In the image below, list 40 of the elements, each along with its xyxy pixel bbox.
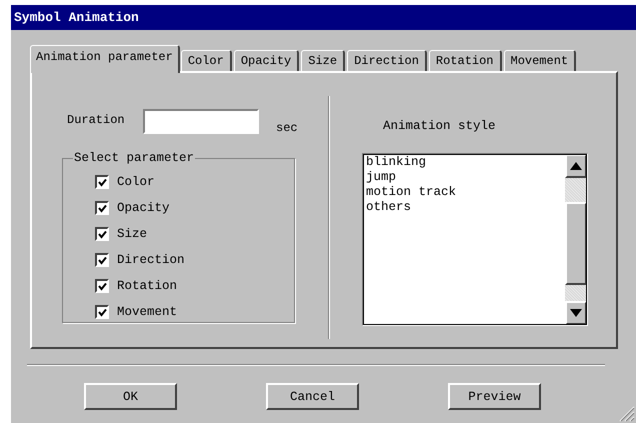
tab[interactable]: Opacity — [234, 50, 300, 71]
scroll-up-button[interactable] — [565, 154, 587, 178]
checkbox[interactable] — [95, 279, 109, 293]
duration-label: Duration — [67, 113, 126, 127]
checkbox-label: Size — [117, 227, 148, 241]
up-arrow-icon — [570, 162, 582, 170]
checkbox[interactable] — [95, 201, 109, 215]
checkbox-label: Direction — [117, 253, 185, 267]
dialog-button[interactable]: OK — [84, 383, 177, 410]
list-item[interactable]: blinking — [366, 155, 565, 170]
dialog-button[interactable]: Preview — [448, 383, 541, 410]
list-item[interactable]: jump — [366, 170, 565, 185]
list-item[interactable]: others — [366, 200, 565, 215]
checkbox-label: Rotation — [117, 279, 178, 293]
checkbox-label: Color — [117, 175, 155, 189]
resize-grip-icon — [617, 404, 635, 422]
tab[interactable]: Color — [180, 50, 232, 71]
checkbox-label: Movement — [117, 305, 178, 319]
list-item[interactable]: motion track — [366, 185, 565, 200]
down-arrow-icon — [570, 309, 582, 317]
scroll-down-button[interactable] — [565, 301, 587, 325]
scroll-thumb[interactable] — [565, 202, 587, 285]
list-box[interactable]: blinking jump motion track others — [362, 153, 588, 326]
scroll-track[interactable] — [565, 285, 587, 301]
window-title: Symbol Animation — [11, 5, 636, 30]
checkbox[interactable] — [95, 305, 109, 319]
duration-field[interactable] — [143, 109, 259, 134]
tab[interactable]: Direction — [347, 50, 427, 71]
tab[interactable]: Size — [301, 50, 346, 71]
checkbox[interactable] — [95, 175, 109, 189]
dialog-button[interactable]: Cancel — [266, 383, 359, 410]
tab[interactable]: Rotation — [428, 50, 502, 71]
checkbox-label: Opacity — [117, 201, 170, 215]
checkbox[interactable] — [95, 227, 109, 241]
checkbox[interactable] — [95, 253, 109, 267]
list-label: Animation style — [382, 119, 497, 135]
tab[interactable]: Movement — [504, 50, 576, 71]
group-title: Select parameter — [73, 151, 196, 165]
tab[interactable]: Animation parameter — [30, 45, 180, 73]
unit-label: sec — [276, 121, 298, 135]
